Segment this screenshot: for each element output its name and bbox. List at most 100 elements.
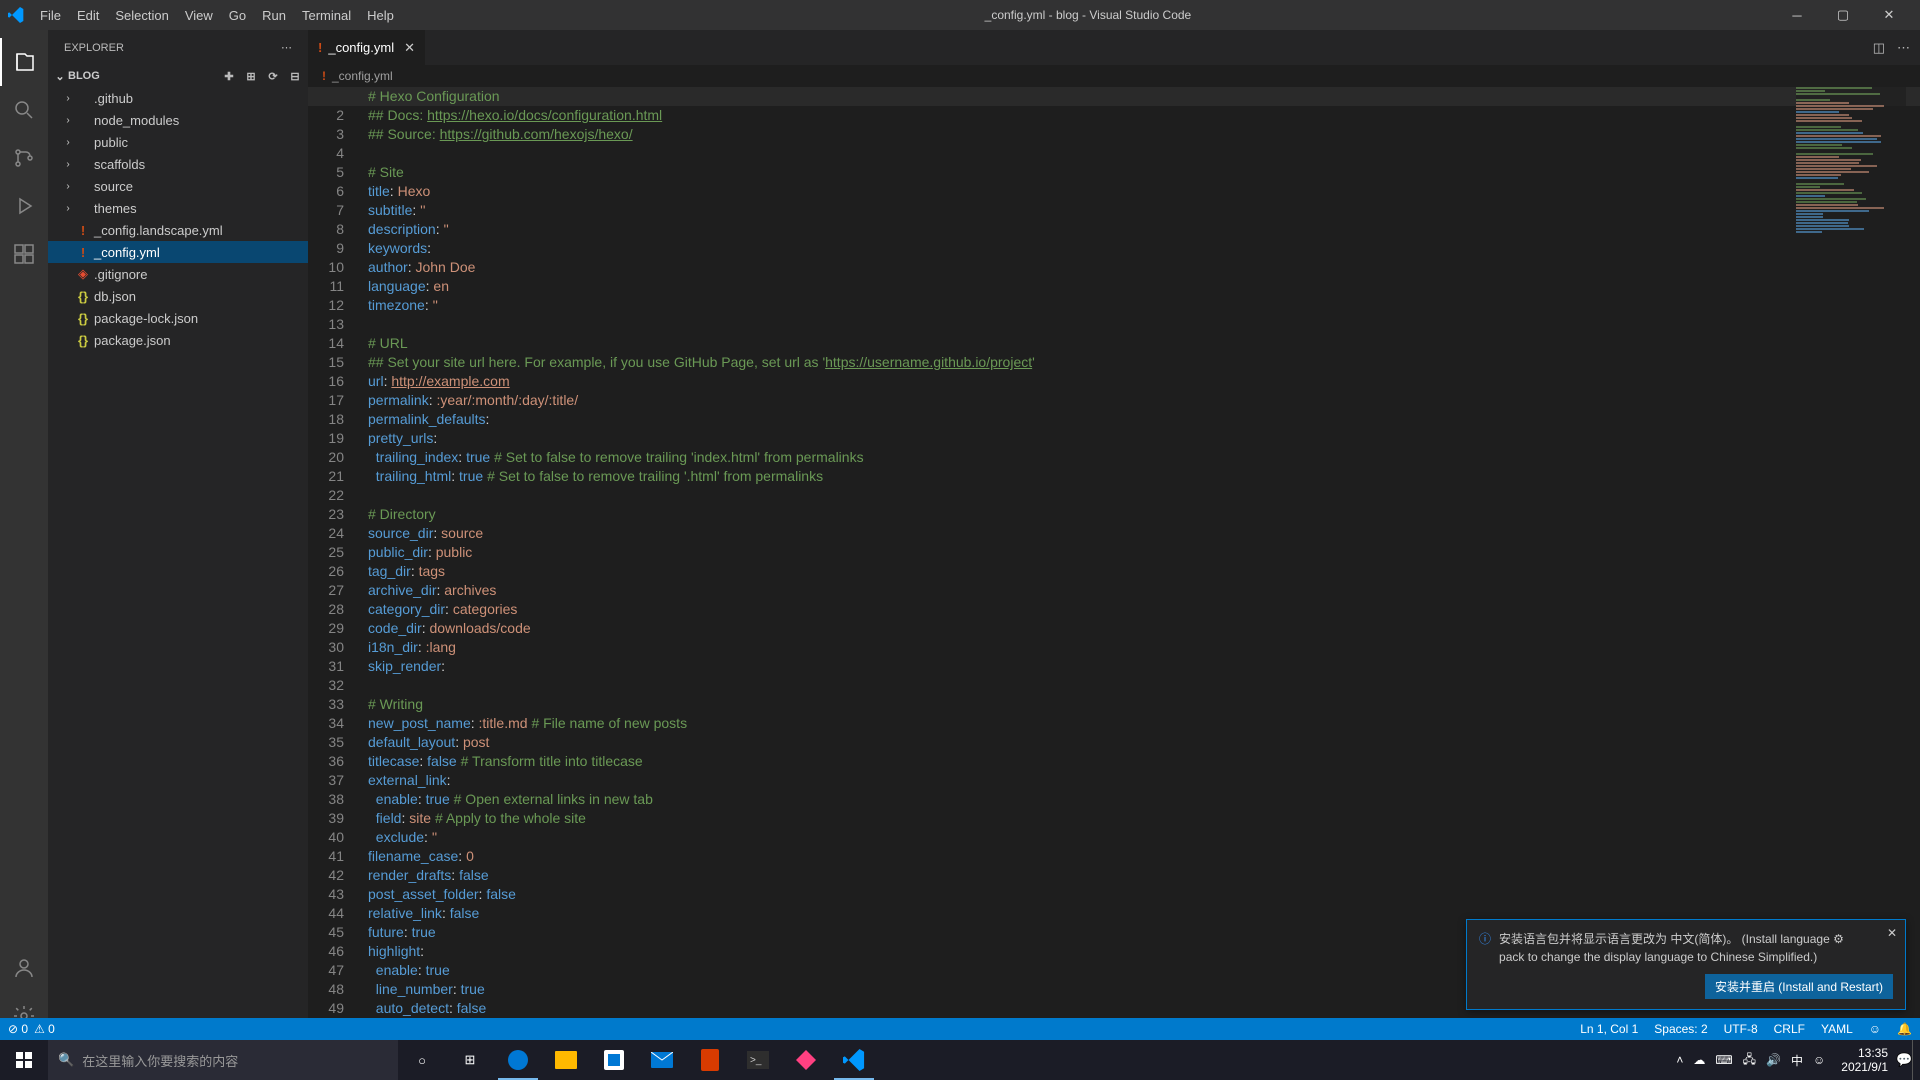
tree-item-node_modules[interactable]: ›node_modules — [48, 109, 308, 131]
menu-run[interactable]: Run — [254, 4, 294, 27]
yaml-file-icon: ! — [318, 40, 322, 55]
notification-toast: ✕ ⓘ 安装语言包并将显示语言更改为 中文(简体)。 (Install lang… — [1466, 919, 1906, 1010]
tab-label: _config.yml — [328, 40, 394, 55]
chevron-down-icon: ⌄ — [52, 70, 68, 83]
tree-item-source[interactable]: ›source — [48, 175, 308, 197]
new-file-icon[interactable]: ✚ — [220, 70, 238, 83]
status-feedback-icon[interactable]: ☺ — [1861, 1022, 1889, 1036]
minimize-button[interactable]: ─ — [1774, 0, 1820, 30]
tree-item-themes[interactable]: ›themes — [48, 197, 308, 219]
system-tray[interactable]: ˄ ☁ ⌨ 🖧 🔊 中 ☺ — [1668, 1050, 1833, 1071]
windows-taskbar: 🔍 在这里输入你要搜索的内容 ○ ⊞ >_ ˄ ☁ ⌨ 🖧 🔊 中 ☺ 13:3… — [0, 1040, 1920, 1080]
info-icon: ⓘ — [1479, 930, 1491, 947]
svg-text:>_: >_ — [750, 1055, 762, 1066]
menu-file[interactable]: File — [32, 4, 69, 27]
tree-item-.gitignore[interactable]: ◈.gitignore — [48, 263, 308, 285]
activity-scm-icon[interactable] — [0, 134, 48, 182]
breadcrumb[interactable]: ! _config.yml — [308, 65, 1920, 87]
app-icon[interactable] — [782, 1040, 830, 1080]
menu-terminal[interactable]: Terminal — [294, 4, 359, 27]
line-gutter: 1234567891011121314151617181920212223242… — [308, 87, 358, 1018]
status-warnings[interactable]: ⚠ 0 — [34, 1022, 55, 1036]
tree-item-public[interactable]: ›public — [48, 131, 308, 153]
terminal-app-icon[interactable]: >_ — [734, 1040, 782, 1080]
status-spaces[interactable]: Spaces: 2 — [1646, 1022, 1715, 1036]
show-desktop-button[interactable] — [1912, 1040, 1920, 1080]
taskbar-search[interactable]: 🔍 在这里输入你要搜索的内容 — [48, 1040, 398, 1080]
activity-extensions-icon[interactable] — [0, 230, 48, 278]
minimap[interactable] — [1796, 87, 1906, 1040]
tree-item-.github[interactable]: ›.github — [48, 87, 308, 109]
menu-selection[interactable]: Selection — [107, 4, 176, 27]
notification-close-icon[interactable]: ✕ — [1887, 926, 1897, 940]
window-title: _config.yml - blog - Visual Studio Code — [402, 8, 1774, 22]
close-tab-icon[interactable]: ✕ — [404, 40, 415, 56]
tray-onedrive-icon[interactable]: ☁ — [1693, 1053, 1705, 1067]
tree-item-package.json[interactable]: {}package.json — [48, 329, 308, 351]
sidebar-folder-header[interactable]: ⌄ BLOG ✚ ⊞ ⟳ ⊟ — [48, 65, 308, 87]
taskbar-clock[interactable]: 13:35 2021/9/1 — [1833, 1046, 1896, 1075]
menu-go[interactable]: Go — [221, 4, 254, 27]
editor[interactable]: 1234567891011121314151617181920212223242… — [308, 87, 1920, 1040]
cortana-icon[interactable]: ○ — [398, 1040, 446, 1080]
mail-app-icon[interactable] — [638, 1040, 686, 1080]
tray-volume-icon[interactable]: 🔊 — [1766, 1053, 1781, 1067]
status-encoding[interactable]: UTF-8 — [1716, 1022, 1766, 1036]
breadcrumb-file: _config.yml — [332, 69, 393, 83]
more-actions-icon[interactable]: ⋯ — [1897, 40, 1910, 56]
explorer-app-icon[interactable] — [542, 1040, 590, 1080]
store-app-icon[interactable] — [590, 1040, 638, 1080]
edge-app-icon[interactable] — [494, 1040, 542, 1080]
folder-name: BLOG — [68, 70, 220, 82]
status-bar: ⊘ 0 ⚠ 0 Ln 1, Col 1 Spaces: 2 UTF-8 CRLF… — [0, 1018, 1920, 1040]
menu-bar: File Edit Selection View Go Run Terminal… — [32, 4, 402, 27]
title-bar: File Edit Selection View Go Run Terminal… — [0, 0, 1920, 30]
tab-config-yml[interactable]: ! _config.yml ✕ — [308, 30, 425, 65]
tree-item-_config.landscape.yml[interactable]: !_config.landscape.yml — [48, 219, 308, 241]
editor-tabs: ! _config.yml ✕ ◫ ⋯ — [308, 30, 1920, 65]
tray-chevron-icon[interactable]: ˄ — [1676, 1053, 1683, 1067]
activity-account-icon[interactable] — [0, 944, 48, 992]
new-folder-icon[interactable]: ⊞ — [242, 70, 260, 83]
notification-text: 安装语言包并将显示语言更改为 中文(简体)。 (Install language… — [1499, 930, 1893, 966]
status-errors[interactable]: ⊘ 0 — [8, 1022, 28, 1036]
search-icon: 🔍 — [58, 1052, 74, 1068]
menu-edit[interactable]: Edit — [69, 4, 107, 27]
install-restart-button[interactable]: 安装并重启 (Install and Restart) — [1705, 974, 1893, 999]
tree-item-db.json[interactable]: {}db.json — [48, 285, 308, 307]
vscode-app-icon[interactable] — [830, 1040, 878, 1080]
tree-item-_config.yml[interactable]: !_config.yml — [48, 241, 308, 263]
tray-network-icon[interactable]: 🖧 — [1743, 1050, 1756, 1071]
tray-keyboard-icon[interactable]: ⌨ — [1715, 1053, 1732, 1067]
gear-icon[interactable]: ⚙ — [1833, 932, 1844, 946]
vscode-logo-icon — [8, 7, 24, 23]
status-cursor[interactable]: Ln 1, Col 1 — [1572, 1022, 1646, 1036]
close-button[interactable]: ✕ — [1866, 0, 1912, 30]
status-language[interactable]: YAML — [1813, 1022, 1861, 1036]
sidebar-more-icon[interactable]: ⋯ — [281, 41, 292, 54]
code-content[interactable]: # Hexo Configuration## Docs: https://hex… — [368, 87, 1780, 1018]
status-bell-icon[interactable]: 🔔 — [1889, 1022, 1920, 1036]
office-app-icon[interactable] — [686, 1040, 734, 1080]
tree-item-scaffolds[interactable]: ›scaffolds — [48, 153, 308, 175]
notifications-icon[interactable]: 💬 — [1896, 1052, 1912, 1068]
tree-item-package-lock.json[interactable]: {}package-lock.json — [48, 307, 308, 329]
sidebar-header: EXPLORER ⋯ — [48, 30, 308, 65]
status-eol[interactable]: CRLF — [1766, 1022, 1813, 1036]
file-tree: ›.github›node_modules›public›scaffolds›s… — [48, 87, 308, 351]
maximize-button[interactable]: ▢ — [1820, 0, 1866, 30]
task-view-icon[interactable]: ⊞ — [446, 1040, 494, 1080]
activity-search-icon[interactable] — [0, 86, 48, 134]
menu-help[interactable]: Help — [359, 4, 402, 27]
split-editor-icon[interactable]: ◫ — [1873, 40, 1885, 56]
start-button[interactable] — [0, 1040, 48, 1080]
collapse-icon[interactable]: ⊟ — [286, 70, 304, 83]
refresh-icon[interactable]: ⟳ — [264, 70, 282, 83]
menu-view[interactable]: View — [177, 4, 221, 27]
sidebar-title: EXPLORER — [64, 42, 124, 54]
activity-explorer-icon[interactable] — [0, 38, 48, 86]
tray-ime-icon[interactable]: 中 — [1791, 1052, 1803, 1069]
search-placeholder: 在这里输入你要搜索的内容 — [82, 1051, 238, 1070]
tray-input-icon[interactable]: ☺ — [1813, 1053, 1825, 1067]
activity-debug-icon[interactable] — [0, 182, 48, 230]
